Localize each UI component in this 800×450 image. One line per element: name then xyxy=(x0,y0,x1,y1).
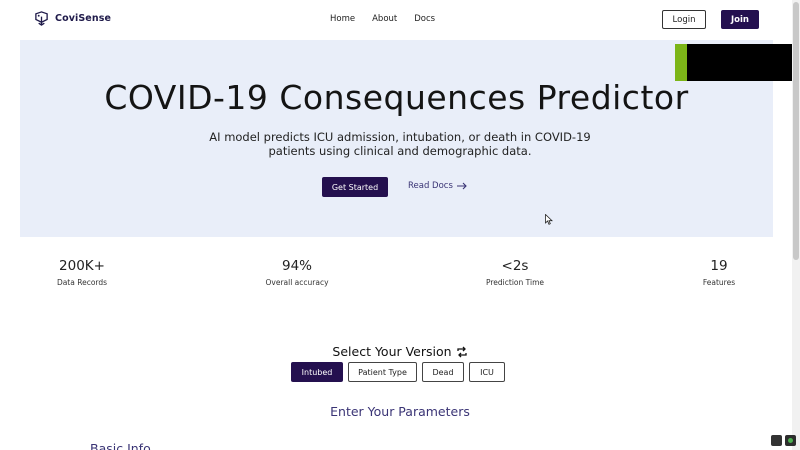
stat-value: <2s xyxy=(501,258,529,274)
stat-prediction-time: <2s Prediction Time xyxy=(484,258,546,287)
brand[interactable]: CoviSense xyxy=(34,11,111,26)
section-basic-info: Basic Info xyxy=(90,441,151,450)
read-docs-label: Read Docs xyxy=(408,181,453,191)
stat-value: 94% xyxy=(281,258,312,274)
version-options: Intubed Patient Type Dead ICU xyxy=(291,362,505,382)
stat-features: 19 Features xyxy=(699,258,739,287)
stat-label: Overall accuracy xyxy=(265,278,329,287)
navbar: CoviSense Home About Docs Login Join xyxy=(0,0,800,40)
stat-value: 19 xyxy=(710,258,728,274)
version-title: Select Your Version xyxy=(0,344,800,359)
download-icon[interactable] xyxy=(771,435,782,446)
version-title-text: Select Your Version xyxy=(332,344,452,359)
stat-value: 200K+ xyxy=(59,258,105,274)
arrow-right-icon xyxy=(456,182,467,190)
swap-icon xyxy=(456,346,467,357)
hero-title: COVID-19 Consequences Predictor xyxy=(104,78,689,117)
stat-label: Data Records xyxy=(56,278,108,287)
brand-name: CoviSense xyxy=(55,13,111,24)
stat-data-records: 200K+ Data Records xyxy=(52,258,112,287)
nav-links: Home About Docs xyxy=(330,14,452,24)
scrollbar-thumb[interactable] xyxy=(793,2,799,260)
status-icon[interactable] xyxy=(785,435,796,446)
read-docs-link[interactable]: Read Docs xyxy=(408,181,467,191)
nav-link-about[interactable]: About xyxy=(372,14,397,24)
stat-label: Features xyxy=(702,278,736,287)
version-option-intubed[interactable]: Intubed xyxy=(291,362,343,382)
join-button[interactable]: Join xyxy=(721,10,759,29)
nav-link-docs[interactable]: Docs xyxy=(414,14,435,24)
get-started-button[interactable]: Get Started xyxy=(322,177,388,197)
login-button[interactable]: Login xyxy=(662,10,706,29)
hero-subtitle: AI model predicts ICU admission, intubat… xyxy=(209,130,591,158)
overlay-green-bar xyxy=(675,44,687,81)
params-title: Enter Your Parameters xyxy=(330,404,470,419)
version-option-patient-type[interactable]: Patient Type xyxy=(348,362,417,382)
hero-section: COVID-19 Consequences Predictor AI model… xyxy=(20,40,773,237)
version-option-dead[interactable]: Dead xyxy=(422,362,464,382)
overlay-black-box xyxy=(687,44,800,81)
stat-label: Prediction Time xyxy=(486,278,544,287)
mouse-cursor-icon xyxy=(545,214,553,225)
version-option-icu[interactable]: ICU xyxy=(469,362,505,382)
nav-link-home[interactable]: Home xyxy=(330,14,355,24)
logo-icon xyxy=(35,11,48,26)
stat-accuracy: 94% Overall accuracy xyxy=(262,258,332,287)
